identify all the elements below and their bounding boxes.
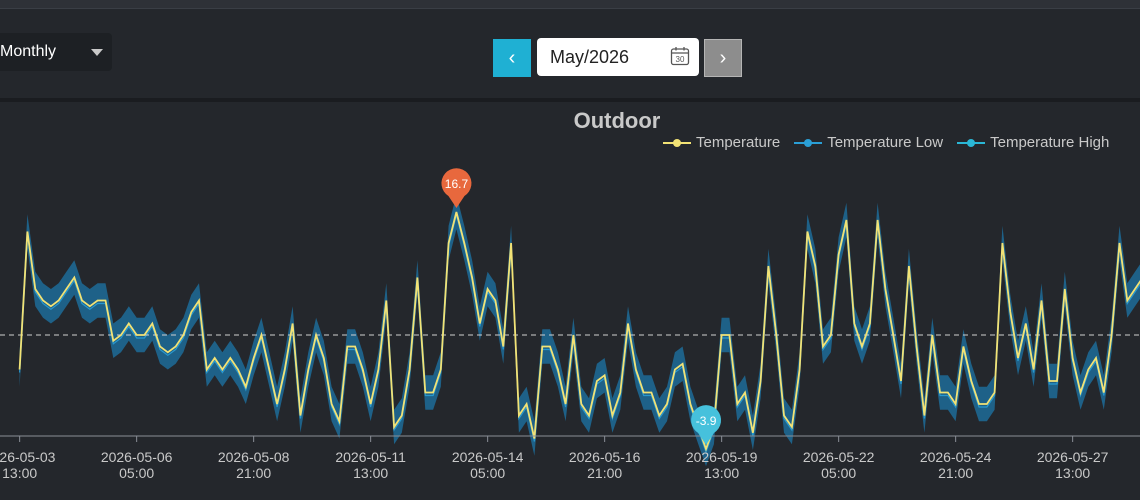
x-tick-date-label: 2026-05-19: [686, 449, 758, 465]
chart-plot: 2026-05-0313:002026-05-0605:002026-05-08…: [0, 168, 1140, 481]
calendar-day-text: 30: [676, 55, 685, 64]
month-date-input[interactable]: May/2026 30: [537, 38, 699, 76]
chevron-right-icon: ›: [719, 46, 727, 69]
max-temperature-marker: 16.7: [441, 168, 472, 208]
x-tick-time-label: 13:00: [353, 465, 388, 481]
period-select[interactable]: Monthly: [0, 33, 112, 71]
x-tick-time-label: 21:00: [236, 465, 271, 481]
toolbar: Monthly ‹ May/2026 30 ›: [0, 9, 1140, 99]
x-tick-time-label: 13:00: [2, 465, 37, 481]
period-select-value: Monthly: [0, 43, 57, 60]
x-tick-date-label: 2026-05-22: [803, 449, 875, 465]
x-tick-time-label: 05:00: [470, 465, 505, 481]
x-tick-time-label: 13:00: [704, 465, 739, 481]
min-temperature-marker: -3.9: [691, 405, 722, 445]
month-date-value: May/2026: [550, 46, 630, 67]
x-tick-date-label: 2026-05-24: [920, 449, 992, 465]
x-tick-time-label: 05:00: [119, 465, 154, 481]
x-tick-date-label: 2026-05-06: [101, 449, 173, 465]
previous-month-button[interactable]: ‹: [493, 39, 531, 77]
x-tick-time-label: 13:00: [1055, 465, 1090, 481]
chevron-left-icon: ‹: [508, 46, 516, 69]
x-tick-date-label: 2026-05-14: [452, 449, 524, 465]
max-temperature-marker-label: 16.7: [445, 177, 469, 191]
x-tick-time-label: 05:00: [821, 465, 856, 481]
temperature-range-band: [19, 194, 1140, 467]
x-tick-time-label: 21:00: [938, 465, 973, 481]
chevron-down-icon: [91, 49, 103, 56]
min-temperature-marker-label: -3.9: [696, 414, 717, 428]
next-month-button[interactable]: ›: [704, 39, 742, 77]
x-tick-date-label: 2026-05-27: [1037, 449, 1109, 465]
x-tick-date-label: 2026-05-08: [218, 449, 290, 465]
x-tick-time-label: 21:00: [587, 465, 622, 481]
x-tick-date-label: 2026-05-03: [0, 449, 56, 465]
calendar-icon[interactable]: 30: [670, 46, 690, 66]
x-tick-date-label: 2026-05-16: [569, 449, 641, 465]
top-strip: [0, 0, 1140, 9]
x-tick-date-label: 2026-05-11: [335, 449, 406, 465]
